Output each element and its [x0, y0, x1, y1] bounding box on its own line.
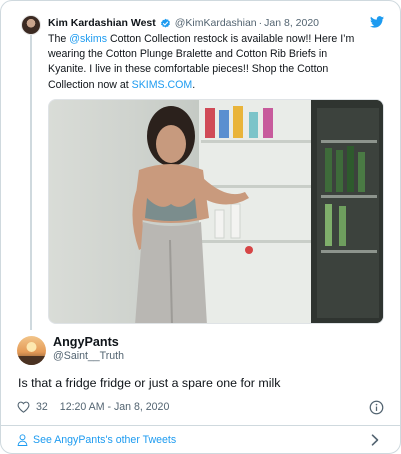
heart-icon[interactable]	[17, 401, 30, 413]
reply-timestamp[interactable]: 12:20 AM - Jan 8, 2020	[60, 401, 170, 413]
quoted-author-handle[interactable]: @KimKardashian	[175, 17, 257, 29]
quoted-tweet-header: Kim Kardashian West @KimKardashian · Jan…	[48, 16, 319, 30]
quoted-author-name[interactable]: Kim Kardashian West	[48, 17, 156, 29]
header-separator: ·	[258, 17, 263, 29]
info-icon[interactable]	[369, 400, 384, 415]
see-other-tweets-link[interactable]: See AngyPants's other Tweets	[17, 432, 176, 448]
avatar-image	[17, 342, 46, 365]
quoted-author-avatar[interactable]	[21, 15, 41, 35]
tweet-meta: 32 12:20 AM - Jan 8, 2020	[17, 400, 169, 414]
quoted-tweet-text: The @skims Cotton Collection restock is …	[48, 32, 368, 93]
quoted-text-segment: .	[192, 78, 196, 91]
verified-badge-icon	[160, 18, 170, 27]
reply-author-name[interactable]: AngyPants	[53, 335, 119, 349]
quoted-tweet[interactable]: Kim Kardashian West @KimKardashian · Jan…	[1, 1, 400, 331]
reply-author-handle[interactable]: @Saint__Truth	[53, 350, 124, 362]
external-link[interactable]: SKIMS.COM	[132, 79, 193, 91]
photo-illustration	[132, 100, 383, 323]
reply-author-avatar[interactable]	[17, 336, 46, 365]
see-other-tweets-label[interactable]: See AngyPants's other Tweets	[33, 434, 176, 446]
embedded-tweet-card: Kim Kardashian West @KimKardashian · Jan…	[0, 0, 401, 454]
reply-tweet-text: Is that a fridge fridge or just a spare …	[18, 376, 281, 390]
mention-link[interactable]: @skims	[69, 33, 107, 45]
twitter-bird-icon[interactable]	[370, 16, 384, 28]
quoted-text-segment: The	[48, 33, 70, 45]
chevron-right-icon[interactable]	[371, 434, 379, 446]
person-icon	[17, 434, 28, 446]
footer-divider	[1, 425, 400, 426]
quoted-tweet-date[interactable]: Jan 8, 2020	[264, 17, 319, 29]
thread-line	[30, 34, 32, 330]
like-count[interactable]: 32	[36, 401, 48, 413]
tweet-photo[interactable]	[48, 99, 384, 324]
